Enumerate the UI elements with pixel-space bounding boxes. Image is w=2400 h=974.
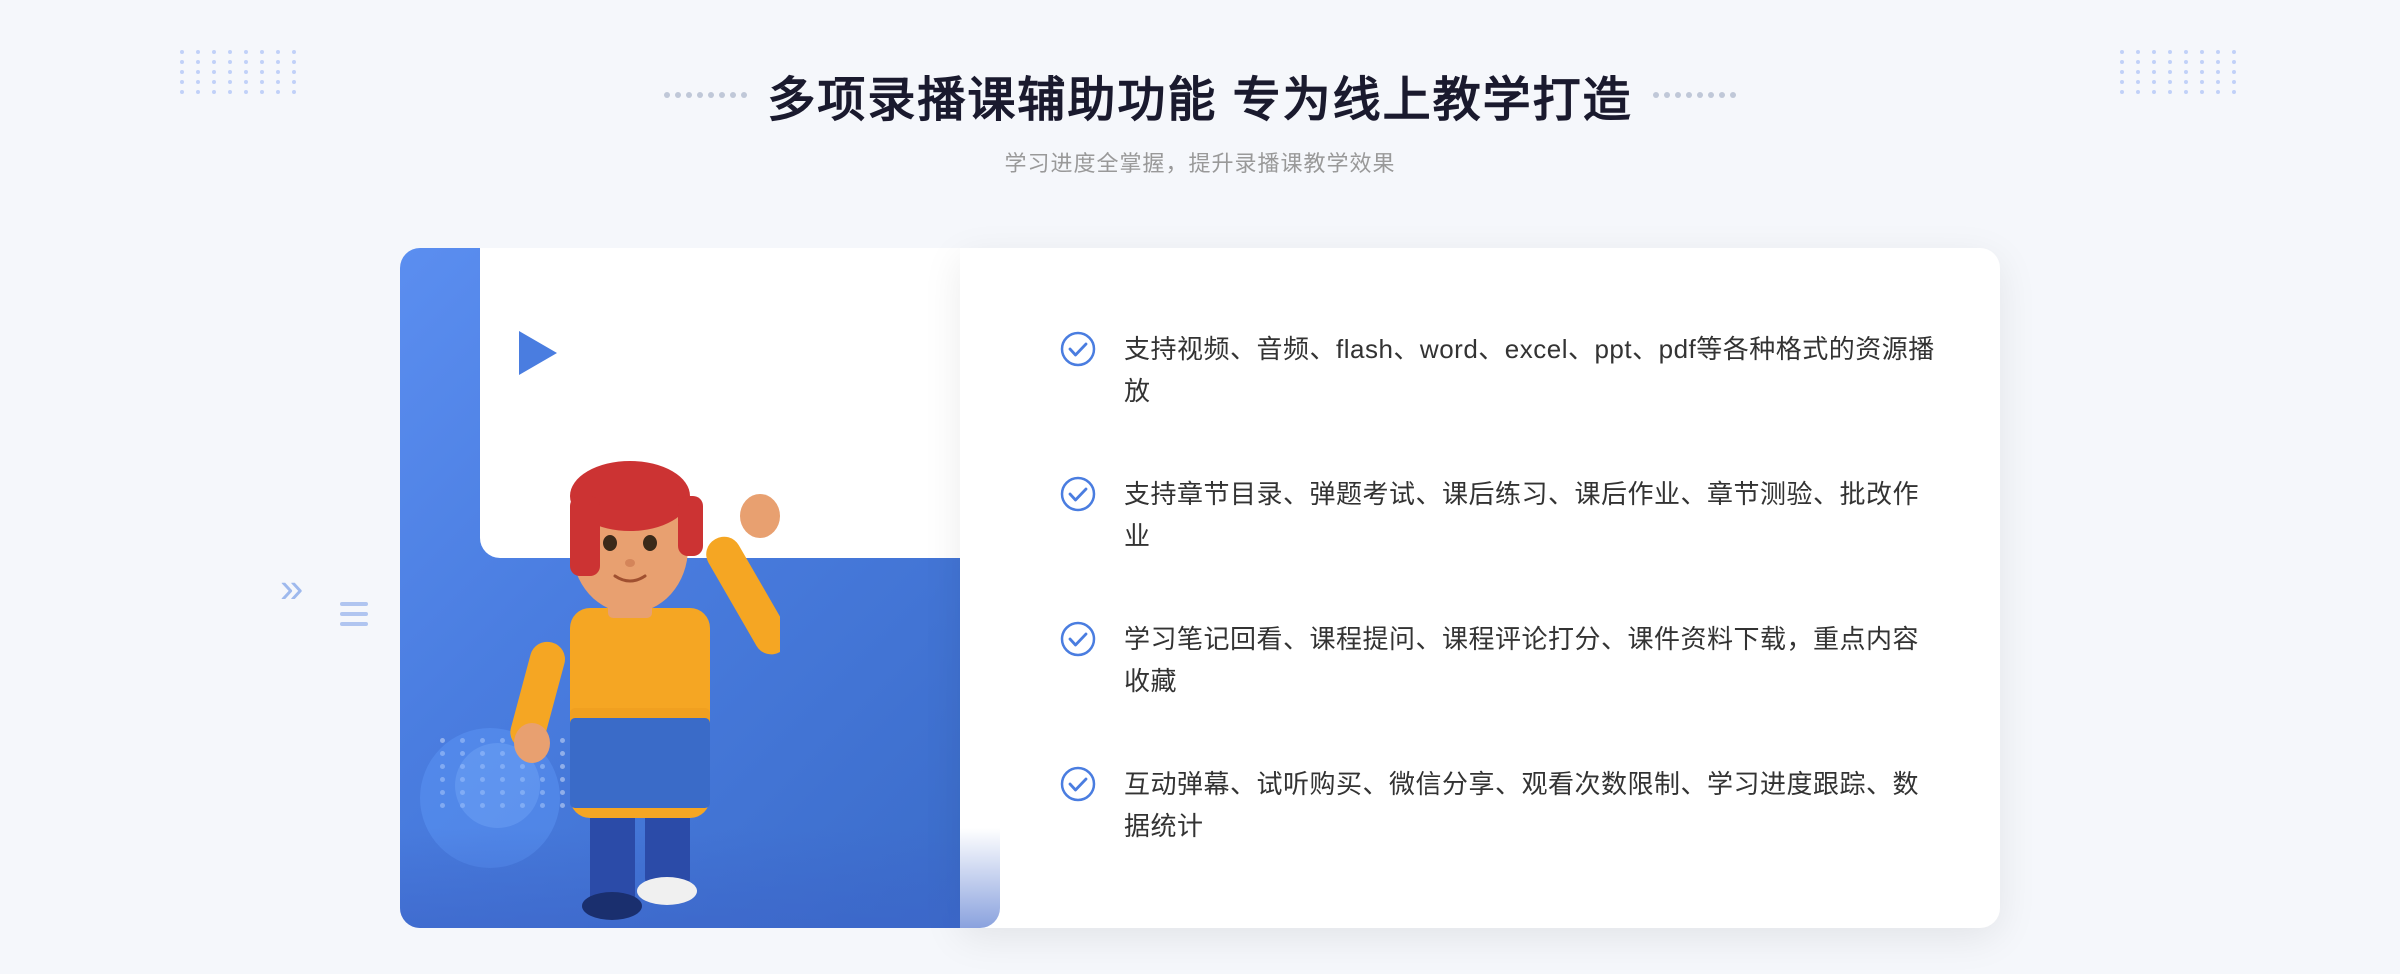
check-icon-2 <box>1060 476 1096 512</box>
check-icon-4 <box>1060 766 1096 802</box>
title-deco-left <box>664 92 747 98</box>
page-wrapper: 多项录播课辅助功能 专为线上教学打造 学习进度全掌握，提升录播课教学效果 » <box>0 0 2400 974</box>
left-lines-deco <box>340 602 368 626</box>
check-icon-1 <box>1060 331 1096 367</box>
dot-grid-top-left <box>180 50 280 130</box>
feature-text-2: 支持章节目录、弹题考试、课后练习、课后作业、章节测验、批改作业 <box>1124 474 1940 557</box>
title-text: 多项录播课辅助功能 专为线上教学打造 <box>767 60 1632 130</box>
sparkle-1 <box>620 280 630 290</box>
feature-item-2: 支持章节目录、弹题考试、课后练习、课后作业、章节测验、批改作业 <box>1060 474 1940 557</box>
feature-item-3: 学习笔记回看、课程提问、课程评论打分、课件资料下载，重点内容收藏 <box>1060 619 1940 702</box>
character-illustration <box>460 348 780 928</box>
title-deco-right <box>1653 92 1736 98</box>
feature-text-1: 支持视频、音频、flash、word、excel、ppt、pdf等各种格式的资源… <box>1124 329 1940 412</box>
feature-text-4: 互动弹幕、试听购买、微信分享、观看次数限制、学习进度跟踪、数据统计 <box>1124 764 1940 847</box>
feature-item-1: 支持视频、音频、flash、word、excel、ppt、pdf等各种格式的资源… <box>1060 329 1940 412</box>
dot-grid-top-right <box>2120 50 2220 130</box>
sparkle-2 <box>650 266 656 272</box>
check-icon-3 <box>1060 621 1096 657</box>
features-panel: 支持视频、音频、flash、word、excel、ppt、pdf等各种格式的资源… <box>960 248 2000 928</box>
main-title: 多项录播课辅助功能 专为线上教学打造 <box>664 60 1735 130</box>
content-area: » <box>400 228 2000 948</box>
feature-text-3: 学习笔记回看、课程提问、课程评论打分、课件资料下载，重点内容收藏 <box>1124 619 1940 702</box>
left-chevron-icon: » <box>280 564 303 612</box>
subtitle-text: 学习进度全掌握，提升录播课教学效果 <box>664 146 1735 178</box>
illustration-panel <box>400 248 1000 928</box>
feature-item-4: 互动弹幕、试听购买、微信分享、观看次数限制、学习进度跟踪、数据统计 <box>1060 764 1940 847</box>
header-section: 多项录播课辅助功能 专为线上教学打造 学习进度全掌握，提升录播课教学效果 <box>664 60 1735 178</box>
